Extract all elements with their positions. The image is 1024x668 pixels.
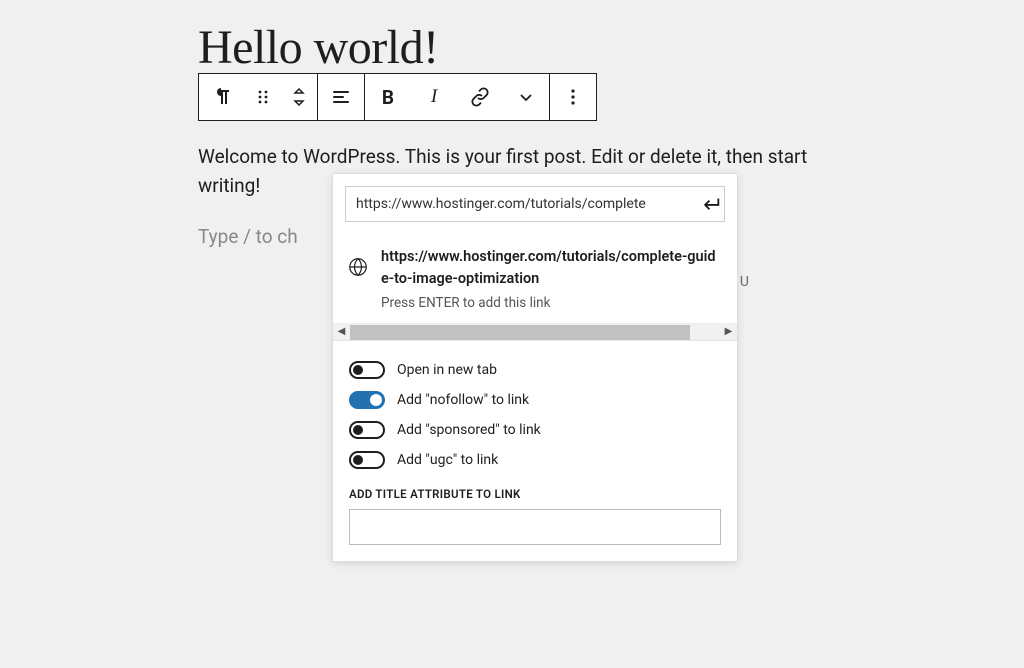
italic-button[interactable]: I <box>411 74 457 120</box>
toggle-nofollow[interactable] <box>349 391 385 409</box>
bold-button[interactable]: B <box>365 74 411 120</box>
block-toolbar: B I <box>198 73 597 121</box>
toggle-row-nofollow: Add "nofollow" to link <box>349 385 721 415</box>
scroll-thumb[interactable] <box>350 325 690 340</box>
globe-icon <box>347 256 369 278</box>
block-placeholder[interactable]: Type / to ch <box>198 225 298 248</box>
submit-link-button[interactable] <box>697 190 725 218</box>
paragraph-icon <box>210 85 234 109</box>
toolbar-group-inline: B I <box>365 74 550 120</box>
toggle-row-new-tab: Open in new tab <box>349 355 721 385</box>
suggestion-hint: Press ENTER to add this link <box>381 295 721 311</box>
more-vertical-icon <box>561 85 585 109</box>
link-icon <box>468 85 492 109</box>
move-buttons[interactable] <box>281 74 317 120</box>
move-up-down-icon <box>287 85 311 109</box>
drag-handle[interactable] <box>245 74 281 120</box>
enter-icon <box>700 193 722 215</box>
toggle-label: Add "nofollow" to link <box>397 392 529 408</box>
toggle-label: Open in new tab <box>397 362 497 378</box>
suggestion-text: https://www.hostinger.com/tutorials/comp… <box>381 246 721 311</box>
toggle-label: Add "sponsored" to link <box>397 422 541 438</box>
link-button[interactable] <box>457 74 503 120</box>
link-suggestion[interactable]: https://www.hostinger.com/tutorials/comp… <box>333 234 737 323</box>
scroll-left-arrow[interactable]: ◀ <box>333 323 350 340</box>
toggle-ugc[interactable] <box>349 451 385 469</box>
title-attr-input[interactable] <box>349 509 721 545</box>
link-panel: https://www.hostinger.com/tutorials/comp… <box>332 173 738 562</box>
title-attr-label: ADD TITLE ATTRIBUTE TO LINK <box>349 487 721 501</box>
more-inline-button[interactable] <box>503 74 549 120</box>
scroll-right-arrow[interactable]: ▶ <box>720 323 737 340</box>
drag-icon <box>251 85 275 109</box>
toggle-new-tab[interactable] <box>349 361 385 379</box>
link-options: Open in new tab Add "nofollow" to link A… <box>333 340 737 561</box>
suggestion-url: https://www.hostinger.com/tutorials/comp… <box>381 246 721 290</box>
toggle-sponsored[interactable] <box>349 421 385 439</box>
horizontal-scrollbar[interactable]: ◀ ▶ <box>333 323 737 340</box>
toolbar-group-align <box>318 74 365 120</box>
align-left-icon <box>329 85 353 109</box>
toggle-label: Add "ugc" to link <box>397 452 498 468</box>
align-button[interactable] <box>318 74 364 120</box>
chevron-down-icon <box>514 85 538 109</box>
post-title[interactable]: Hello world! <box>198 20 439 75</box>
block-type-button[interactable] <box>199 74 245 120</box>
suggestion-badge: U <box>740 274 749 290</box>
link-url-input[interactable]: https://www.hostinger.com/tutorials/comp… <box>345 186 725 222</box>
toggle-row-ugc: Add "ugc" to link <box>349 445 721 475</box>
scroll-track[interactable] <box>350 324 720 339</box>
toggle-row-sponsored: Add "sponsored" to link <box>349 415 721 445</box>
toolbar-group-options <box>550 74 596 120</box>
link-input-row: https://www.hostinger.com/tutorials/comp… <box>333 174 737 234</box>
block-options-button[interactable] <box>550 74 596 120</box>
toolbar-group-block <box>199 74 318 120</box>
